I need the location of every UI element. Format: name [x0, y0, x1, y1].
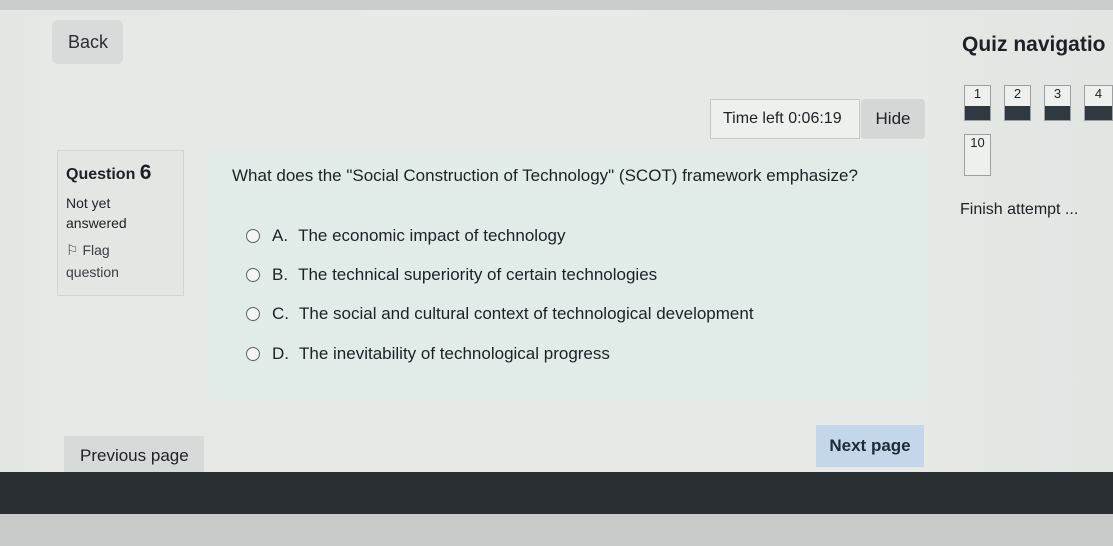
nav-fill: [1085, 106, 1112, 120]
back-button[interactable]: Back: [52, 20, 123, 64]
question-title: Question 6: [66, 161, 183, 185]
bottom-strip: [0, 514, 1113, 546]
option-a[interactable]: A. The economic impact of technology: [246, 226, 565, 246]
hide-timer-button[interactable]: Hide: [861, 99, 925, 139]
option-letter: B.: [272, 265, 289, 284]
nav-question-number: 4: [1094, 86, 1103, 101]
option-text: The social and cultural context of techn…: [299, 304, 754, 323]
nav-question-number: 2: [1013, 86, 1022, 101]
question-info-panel: Question 6 Not yet answered ⚐ Flag quest…: [57, 150, 184, 296]
option-text: The economic impact of technology: [298, 226, 566, 245]
nav-question-3[interactable]: 3: [1044, 85, 1071, 121]
quiz-navigation-title: Quiz navigatio: [962, 33, 1106, 56]
question-panel: What does the "Social Construction of Te…: [208, 150, 928, 400]
option-text: The technical superiority of certain tec…: [298, 265, 658, 284]
radio-button-icon[interactable]: [246, 307, 260, 321]
option-letter: C.: [272, 304, 289, 323]
nav-fill: [1005, 106, 1030, 120]
option-letter: D.: [272, 344, 289, 363]
top-strip: [0, 0, 1113, 10]
option-text: The inevitability of technological progr…: [299, 344, 610, 363]
finish-attempt-link[interactable]: Finish attempt ...: [960, 201, 1078, 219]
radio-button-icon[interactable]: [246, 268, 260, 282]
status-line-1: Not yet: [66, 195, 111, 211]
option-d[interactable]: D. The inevitability of technological pr…: [246, 344, 610, 364]
nav-question-4[interactable]: 4: [1084, 85, 1113, 121]
flag-label-2: question: [66, 264, 119, 280]
bottom-bar: [0, 472, 1113, 514]
flag-icon: ⚐: [66, 242, 79, 258]
nav-question-10[interactable]: 10: [964, 134, 991, 176]
nav-fill: [965, 106, 990, 120]
timer-box: Time left 0:06:19: [710, 99, 860, 139]
status-line-2: answered: [66, 215, 127, 231]
nav-question-2[interactable]: 2: [1004, 85, 1031, 121]
nav-question-number: 1: [973, 86, 982, 101]
option-c[interactable]: C. The social and cultural context of te…: [246, 304, 754, 324]
question-text: What does the "Social Construction of Te…: [232, 166, 858, 185]
timer-label: Time left: [723, 110, 784, 127]
question-status: Not yet answered: [66, 193, 183, 233]
option-letter: A.: [272, 226, 289, 245]
nav-question-1[interactable]: 1: [964, 85, 991, 121]
previous-page-button[interactable]: Previous page: [64, 436, 204, 476]
radio-button-icon[interactable]: [246, 347, 260, 361]
flag-question-link[interactable]: ⚐ Flag question: [66, 239, 183, 283]
radio-button-icon[interactable]: [246, 229, 260, 243]
question-number: 6: [139, 161, 152, 184]
question-label: Question: [66, 166, 136, 183]
nav-fill: [1045, 106, 1070, 120]
option-b[interactable]: B. The technical superiority of certain …: [246, 265, 657, 285]
nav-question-number: 10: [970, 135, 985, 150]
next-page-button[interactable]: Next page: [816, 425, 924, 467]
flag-label: Flag: [82, 242, 110, 258]
timer-value: 0:06:19: [788, 110, 842, 127]
nav-question-number: 3: [1053, 86, 1062, 101]
